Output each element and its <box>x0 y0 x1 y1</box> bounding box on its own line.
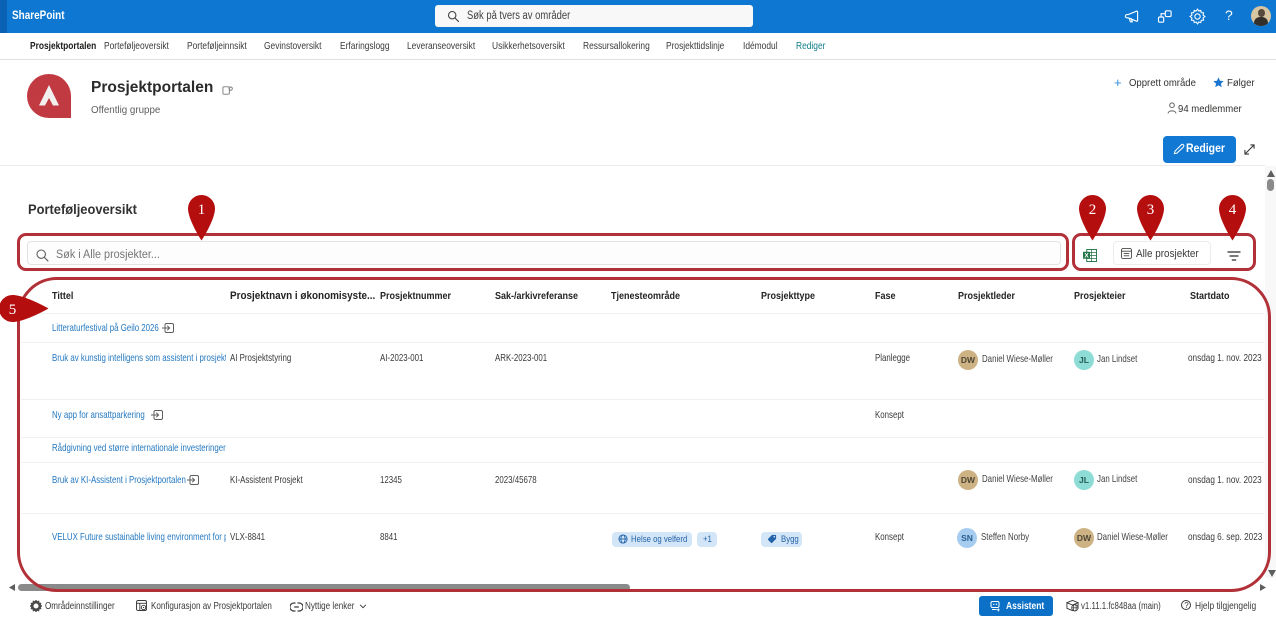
svg-text:3: 3 <box>1146 202 1154 218</box>
svg-text:5: 5 <box>9 301 17 317</box>
svg-text:1: 1 <box>197 202 205 218</box>
svg-text:4: 4 <box>1228 202 1236 218</box>
svg-text:2: 2 <box>1088 202 1096 218</box>
